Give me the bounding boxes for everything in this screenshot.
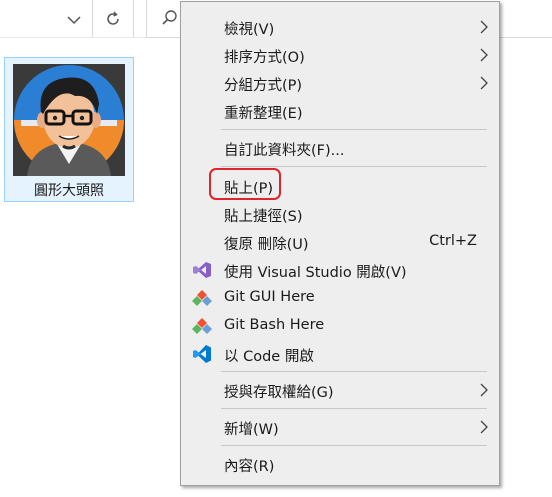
chevron-right-icon bbox=[480, 76, 488, 90]
menu-item-new[interactable]: 新增(W) bbox=[181, 413, 499, 441]
refresh-icon bbox=[107, 10, 119, 25]
chevron-right-icon bbox=[480, 20, 488, 34]
menu-item-label: 排序方式(O) bbox=[224, 50, 305, 66]
chevron-right-icon bbox=[480, 383, 488, 397]
avatar-cartoon-image bbox=[13, 64, 125, 176]
search-icon bbox=[162, 10, 177, 25]
file-item[interactable]: 圓形大頭照 bbox=[4, 57, 134, 202]
menu-item-label: 以 Code 開啟 bbox=[224, 349, 314, 365]
menu-item-group-by[interactable]: 分組方式(P) bbox=[181, 69, 499, 97]
refresh-button[interactable] bbox=[92, 0, 134, 38]
menu-item-label: Git GUI Here bbox=[224, 289, 315, 305]
menu-item-label: 檢視(V) bbox=[224, 22, 275, 38]
menu-item-label: 分組方式(P) bbox=[224, 78, 303, 94]
menu-item-open-with-code[interactable]: 以 Code 開啟 bbox=[181, 340, 499, 368]
chevron-down-icon bbox=[67, 16, 81, 25]
menu-item-label: 內容(R) bbox=[224, 459, 275, 475]
vscode-icon bbox=[193, 345, 211, 363]
address-dropdown-button[interactable] bbox=[56, 6, 92, 34]
menu-item-give-access[interactable]: 授與存取權給(G) bbox=[181, 376, 499, 404]
menu-item-properties[interactable]: 內容(R) bbox=[181, 450, 499, 478]
menu-item-git-gui[interactable]: Git GUI Here bbox=[181, 284, 499, 312]
menu-item-refresh[interactable]: 重新整理(E) bbox=[181, 97, 499, 125]
chevron-right-icon bbox=[480, 420, 488, 434]
menu-item-view[interactable]: 檢視(V) bbox=[181, 13, 499, 41]
chevron-right-icon bbox=[480, 48, 488, 62]
toolbar-divider bbox=[0, 37, 146, 38]
shortcut-key: Ctrl+Z bbox=[429, 233, 477, 249]
menu-item-open-visual-studio[interactable]: 使用 Visual Studio 開啟(V) bbox=[181, 256, 499, 284]
context-menu: 檢視(V) 排序方式(O) 分組方式(P) 重新整理(E) 自訂此資料夾(F).… bbox=[180, 1, 500, 486]
file-name: 圓形大頭照 bbox=[34, 183, 104, 199]
menu-separator bbox=[221, 129, 487, 130]
menu-item-sort-by[interactable]: 排序方式(O) bbox=[181, 41, 499, 69]
menu-item-label: 復原 刪除(U) bbox=[224, 237, 309, 253]
menu-item-undo-delete[interactable]: 復原 刪除(U) Ctrl+Z bbox=[181, 228, 499, 256]
menu-item-label: 新增(W) bbox=[224, 422, 279, 438]
menu-item-label: Git Bash Here bbox=[224, 317, 325, 333]
menu-separator bbox=[221, 371, 487, 372]
menu-separator bbox=[221, 166, 487, 167]
menu-item-paste-shortcut[interactable]: 貼上捷徑(S) bbox=[181, 200, 499, 228]
menu-item-label: 授與存取權給(G) bbox=[224, 385, 334, 401]
menu-item-customize-folder[interactable]: 自訂此資料夾(F)... bbox=[181, 134, 499, 162]
menu-item-label: 使用 Visual Studio 開啟(V) bbox=[224, 265, 407, 281]
menu-separator bbox=[221, 408, 487, 409]
menu-separator bbox=[221, 445, 487, 446]
visual-studio-icon bbox=[193, 262, 211, 278]
highlight-annotation bbox=[209, 168, 281, 200]
menu-item-label: 貼上捷徑(S) bbox=[224, 209, 303, 225]
menu-item-label: 重新整理(E) bbox=[224, 106, 303, 122]
git-gui-icon bbox=[192, 290, 212, 306]
menu-item-label: 自訂此資料夾(F)... bbox=[224, 143, 345, 159]
menu-item-git-bash[interactable]: Git Bash Here bbox=[181, 312, 499, 340]
git-bash-icon bbox=[192, 318, 212, 334]
